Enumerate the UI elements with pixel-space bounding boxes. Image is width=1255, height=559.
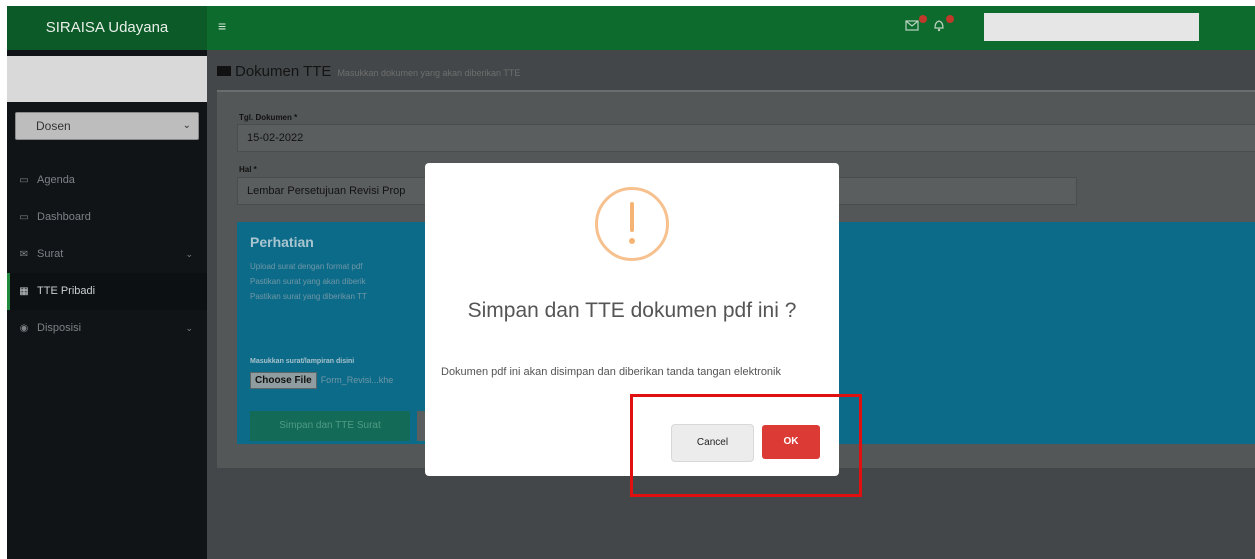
date-label: Tgl. Dokumen *	[239, 113, 298, 122]
envelope-icon	[217, 66, 231, 76]
top-navbar: SIRAISA Udayana ≡	[7, 6, 1255, 50]
sidebar-item-label: TTE Pribadi	[37, 285, 96, 297]
chevron-down-icon: ⌄	[185, 323, 193, 333]
sidebar-item-tte-pribadi[interactable]: ▦ TTE Pribadi	[7, 273, 207, 310]
notice-line: Pastikan surat yang diberikan TT	[250, 292, 367, 301]
sidebar-item-surat[interactable]: ✉ Surat ⌄	[7, 236, 207, 273]
chevron-down-icon: ⌄	[182, 120, 191, 131]
date-field[interactable]: 15-02-2022	[237, 124, 1255, 152]
bell-icon[interactable]	[932, 15, 954, 36]
file-name: Form_Revisi...khe	[320, 375, 394, 385]
user-menu[interactable]	[984, 13, 1199, 41]
submit-tte-button[interactable]: Simpan dan TTE Surat	[250, 411, 410, 441]
monitor-icon: ▭	[19, 212, 29, 223]
sidebar-item-label: Disposisi	[37, 322, 82, 334]
page-title-text: Dokumen TTE	[235, 63, 332, 80]
hamburger-icon[interactable]: ≡	[218, 18, 226, 34]
role-select-value: Dosen	[36, 119, 71, 133]
dialog-text: Dokumen pdf ini akan disimpan dan diberi…	[441, 366, 781, 378]
sidebar-item-agenda[interactable]: ▭ Agenda	[7, 162, 207, 199]
brand-logo[interactable]: SIRAISA Udayana	[7, 6, 207, 50]
user-panel	[7, 56, 207, 102]
chevron-down-icon: ⌄	[185, 249, 193, 259]
calendar-icon: ▭	[19, 175, 29, 186]
envelope-icon: ✉	[19, 249, 29, 260]
eye-icon: ◉	[19, 323, 29, 334]
notice-line: Upload surat dengan format pdf	[250, 262, 363, 271]
warning-icon-bar	[630, 202, 634, 232]
bell-badge	[946, 15, 954, 23]
sidebar-item-disposisi[interactable]: ◉ Disposisi ⌄	[7, 310, 207, 347]
calendar-icon: ▦	[19, 286, 29, 297]
notice-title: Perhatian	[250, 234, 314, 250]
dialog-title: Simpan dan TTE dokumen pdf ini ?	[467, 299, 797, 322]
sidebar-item-dashboard[interactable]: ▭ Dashboard	[7, 199, 207, 236]
mail-icon[interactable]	[905, 15, 927, 36]
choose-file-button[interactable]: Choose File	[250, 372, 317, 389]
sidebar-item-label: Dashboard	[37, 211, 91, 223]
sidebar-menu: ▭ Agenda ▭ Dashboard ✉ Surat ⌄ ▦ TTE Pri…	[7, 162, 207, 347]
sidebar-item-label: Surat	[37, 248, 64, 260]
page-subtitle: Masukkan dokumen yang akan diberikan TTE	[337, 68, 521, 78]
file-input[interactable]: Choose File Form_Revisi...khe	[250, 370, 393, 389]
highlight-box	[630, 394, 862, 497]
hal-label: Hal *	[239, 165, 257, 174]
page-title: Dokumen TTE Masukkan dokumen yang akan di…	[217, 63, 520, 80]
notice-line: Pastikan surat yang akan diberik	[250, 277, 366, 286]
sidebar: Dosen ⌄ ▭ Agenda ▭ Dashboard ✉ Surat ⌄ ▦…	[7, 50, 207, 559]
sidebar-item-label: Agenda	[37, 174, 75, 186]
warning-icon	[595, 187, 669, 261]
role-select[interactable]: Dosen ⌄	[15, 112, 199, 140]
mail-badge	[919, 15, 927, 23]
file-input-label: Masukkan surat/lampiran disini	[250, 358, 355, 365]
warning-icon-dot	[629, 238, 635, 244]
